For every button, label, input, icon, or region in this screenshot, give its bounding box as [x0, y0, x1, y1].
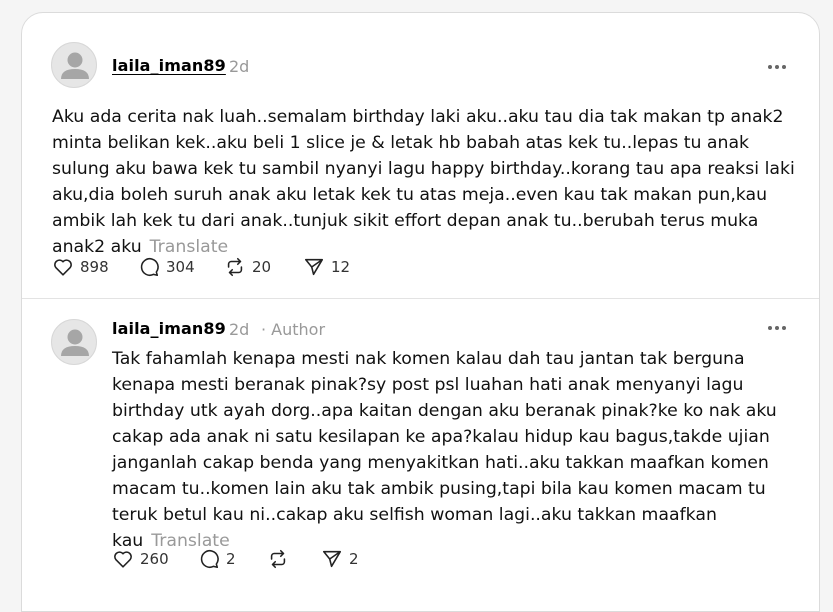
default-avatar-icon[interactable]	[51, 319, 97, 365]
post-text: Aku ada cerita nak luah..semalam birthda…	[52, 107, 795, 257]
repost-icon	[227, 257, 243, 277]
share-count: 12	[331, 258, 351, 276]
reply-button[interactable]: 304	[138, 255, 195, 279]
heart-icon	[114, 551, 132, 568]
comment-icon	[140, 257, 159, 277]
more-options-icon[interactable]	[764, 319, 790, 337]
reply-body: Tak fahamlah kenapa mesti nak komen kala…	[112, 346, 797, 554]
repost-button[interactable]: 20	[224, 255, 271, 279]
post-time[interactable]: 2d	[229, 57, 249, 76]
post-body: Aku ada cerita nak luah..semalam birthda…	[52, 104, 797, 260]
like-button[interactable]: 260	[112, 547, 169, 571]
reply-time[interactable]: 2d	[229, 320, 249, 339]
send-icon	[304, 258, 324, 276]
reply-button[interactable]: 2	[198, 547, 236, 571]
like-count: 260	[140, 550, 169, 568]
like-count: 898	[80, 258, 109, 276]
like-button[interactable]: 898	[52, 255, 109, 279]
default-avatar-icon[interactable]	[51, 42, 97, 88]
post-actions: 898 304 20 12	[52, 255, 452, 279]
share-count: 2	[349, 550, 359, 568]
reply-text: Tak fahamlah kenapa mesti nak komen kala…	[112, 349, 777, 551]
heart-icon	[54, 259, 72, 276]
repost-icon	[270, 549, 286, 569]
reply-count: 2	[226, 550, 236, 568]
share-button[interactable]: 2	[321, 547, 359, 571]
more-options-icon[interactable]	[764, 58, 790, 76]
repost-count: 20	[252, 258, 272, 276]
translate-link[interactable]: Translate	[150, 237, 228, 257]
reply-username[interactable]: laila_iman89	[112, 319, 226, 338]
send-icon	[322, 550, 342, 568]
author-tag: · Author	[261, 320, 326, 339]
repost-button[interactable]	[267, 547, 295, 571]
reply-post: laila_iman89 2d · Author Tak fahamlah ke…	[22, 298, 819, 608]
share-button[interactable]: 12	[303, 255, 350, 279]
reply-actions: 260 2 2	[112, 547, 512, 571]
thread-card: laila_iman89 2d Aku ada cerita nak luah.…	[21, 12, 820, 612]
main-post: laila_iman89 2d Aku ada cerita nak luah.…	[22, 13, 819, 298]
post-username[interactable]: laila_iman89	[112, 56, 226, 75]
comment-icon	[200, 549, 219, 569]
reply-count: 304	[166, 258, 195, 276]
